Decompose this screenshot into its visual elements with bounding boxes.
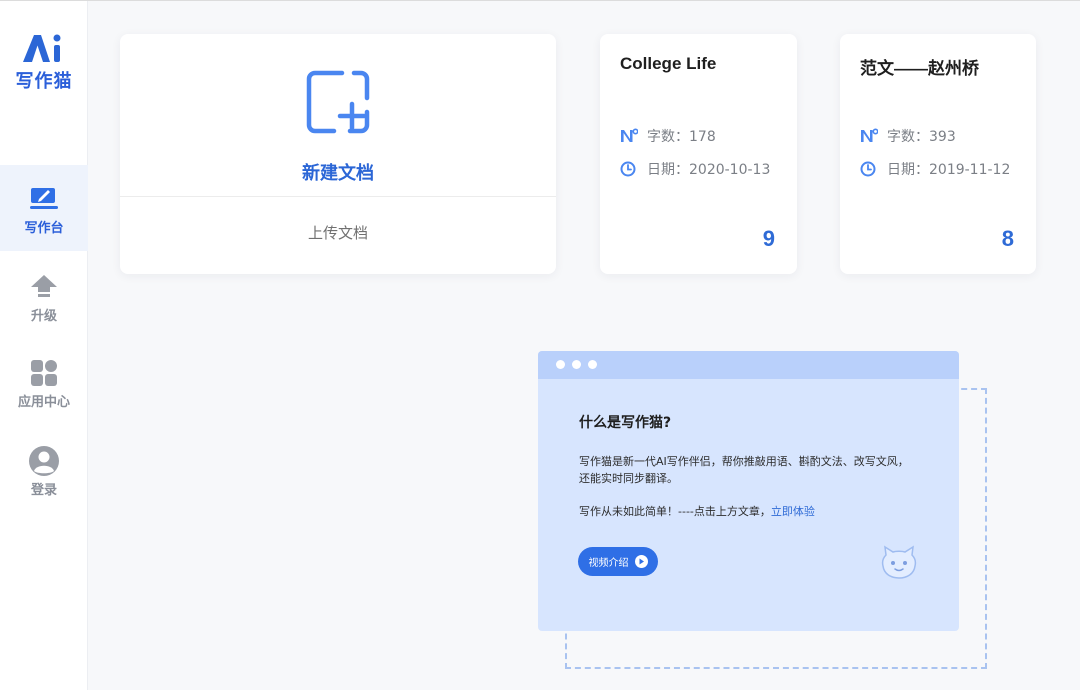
sidebar-item-label: 应用中心 [17,395,70,410]
sidebar-item-label: 登录 [30,483,57,498]
cat-mascot-icon [881,545,917,579]
logo-text: 写作猫 [15,71,73,92]
number-icon [860,127,878,145]
document-card[interactable]: 范文——赵州桥 字数：393 日期：2019-11-12 8 [840,34,1036,274]
new-document-card: 新建文档 上传文档 [120,34,556,274]
document-count: 9 [762,226,775,251]
video-intro-label: 视频介绍 [588,558,629,569]
upgrade-arrow-icon [31,275,57,297]
sidebar-item-app-center[interactable]: 应用中心 [0,340,88,426]
sidebar-item-workspace[interactable]: 写作台 [0,165,88,251]
play-icon [634,555,648,568]
intro-panel: 什么是写作猫? 写作猫是新一代AI写作伴侣，帮你推敲用语、斟酌文法、改写文风， … [538,351,959,631]
sidebar-item-login[interactable]: 登录 [0,427,88,513]
intro-cta-line: 写作从未如此简单！----点击上方文章，立即体验 [579,503,815,520]
upload-document-button[interactable]: 上传文档 [120,222,556,243]
date-row: 日期：2020-10-13 [620,159,770,179]
apps-grid-icon [31,360,57,386]
word-count: 字数：178 [647,129,716,145]
new-document-button[interactable]: 新建文档 [120,34,556,196]
intro-cta-text: 写作从未如此简单！----点击上方文章， [579,505,771,518]
sidebar: 写作猫 写作台 升级 应用中心 登录 [0,1,88,690]
word-count-row: 字数：393 [860,126,956,146]
document-count: 8 [1001,226,1014,251]
word-count: 字数：393 [887,129,956,145]
intro-description: 写作猫是新一代AI写作伴侣，帮你推敲用语、斟酌文法、改写文风， [579,455,909,468]
user-icon [29,446,59,476]
word-count-row: 字数：178 [620,126,716,146]
logo-icon [23,34,61,62]
intro-description: 还能实时同步翻译。 [579,472,678,485]
new-document-plus-icon [306,70,370,134]
sidebar-item-upgrade[interactable]: 升级 [0,253,88,339]
sidebar-item-label: 写作台 [24,221,64,236]
intro-title: 什么是写作猫? [579,415,672,431]
video-intro-button[interactable]: 视频介绍 [578,547,658,576]
window-dot-icon [556,360,565,369]
divider [120,196,556,197]
document-date: 日期：2019-11-12 [887,162,1011,178]
edit-icon [30,188,58,209]
document-date: 日期：2020-10-13 [647,162,771,178]
try-now-link[interactable]: 立即体验 [771,505,815,518]
number-icon [620,127,638,145]
document-card[interactable]: College Life 字数：178 日期：2020-10-13 9 [600,34,797,274]
window-dot-icon [572,360,581,369]
clock-icon [620,160,638,178]
window-dot-icon [588,360,597,369]
new-document-label: 新建文档 [302,163,374,184]
sidebar-item-label: 升级 [30,309,57,324]
document-title: 范文——赵州桥 [860,59,979,78]
logo[interactable]: 写作猫 [0,31,88,93]
intro-panel-header [538,351,959,379]
date-row: 日期：2019-11-12 [860,159,1010,179]
clock-icon [860,160,878,178]
document-title: College Life [620,54,717,73]
